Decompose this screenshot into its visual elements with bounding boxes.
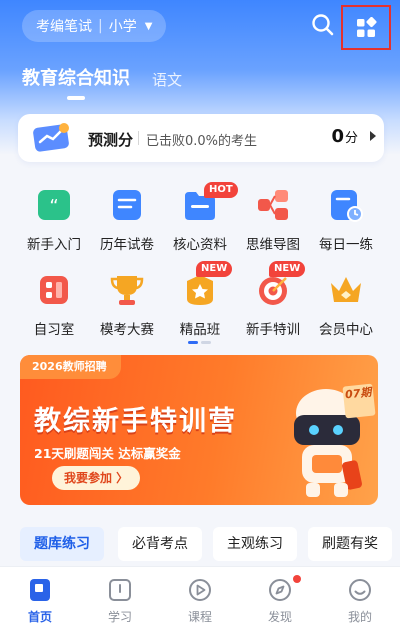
chip-subjective-practice[interactable]: 主观练习 [213, 527, 297, 561]
score-number: 0 [331, 126, 344, 147]
study-room-icon [40, 276, 68, 304]
new-badge: NEW [196, 261, 233, 277]
practice-chip-row: 题库练习 必背考点 主观练习 刷题有奖 [20, 527, 400, 563]
mindmap-icon [258, 190, 288, 220]
tab-chinese[interactable]: 语文 [152, 69, 182, 90]
score-unit: 分 [344, 131, 358, 146]
new-badge: NEW [269, 261, 306, 277]
trophy-icon [110, 276, 144, 305]
chart-trend-icon [33, 123, 69, 152]
daily-practice-icon [331, 190, 363, 222]
feature-page-indicator [188, 341, 211, 344]
feature-premium-class[interactable]: NEW 精品班 [160, 261, 240, 347]
tab-education-knowledge[interactable]: 教育综合知识 [22, 64, 130, 90]
chip-key-points[interactable]: 必背考点 [118, 527, 202, 561]
predicted-score-card[interactable]: 预测分 已击败0.0%的考生 0分 [18, 114, 384, 162]
issue-badge: 07期 [342, 383, 376, 419]
feature-mind-map[interactable]: 思维导图 [233, 186, 313, 262]
feature-label: 自习室 [33, 322, 75, 338]
nav-label: 我的 [347, 610, 372, 624]
exam-category-selector[interactable]: 考编笔试 | 小学 ▼ [22, 10, 167, 42]
divider [138, 131, 139, 145]
nav-label: 学习 [107, 610, 132, 624]
subject-tabs: 教育综合知识 语文 [22, 64, 204, 90]
feature-label: 新手入门 [27, 237, 81, 253]
feature-mock-contest[interactable]: 模考大赛 [87, 271, 167, 347]
level-label: 小学 [108, 19, 137, 35]
nav-courses[interactable]: 课程 [170, 573, 230, 629]
nav-label: 首页 [27, 610, 52, 624]
promo-banner[interactable]: 2026教师招聘 教综新手特训营 21天刷题闯关 达标赢奖金 我要参加 〉 07… [20, 355, 378, 505]
search-icon [312, 14, 334, 36]
feature-label: 精品班 [179, 322, 221, 338]
search-button[interactable] [310, 12, 336, 38]
notification-dot [293, 575, 301, 583]
feature-past-papers[interactable]: 历年试卷 [87, 186, 167, 262]
feature-label: 思维导图 [246, 237, 300, 253]
predicted-score-title: 预测分 [88, 131, 134, 149]
chip-question-bank[interactable]: 题库练习 [20, 527, 104, 561]
home-icon [30, 579, 50, 601]
svg-text:“: “ [49, 196, 58, 217]
apps-grid-icon [357, 16, 377, 37]
join-button[interactable]: 我要参加 〉 [52, 466, 141, 490]
quote-book-icon: “ [38, 190, 70, 220]
page-dot [201, 341, 211, 344]
feature-core-materials[interactable]: HOT 核心资料 [160, 182, 240, 262]
nav-label: 发现 [267, 610, 292, 624]
feature-label: 每日一练 [319, 237, 373, 253]
feature-label: 核心资料 [173, 237, 227, 253]
top-bar: 考编笔试 | 小学 ▼ [0, 0, 400, 56]
feature-label: 模考大赛 [100, 322, 154, 338]
bottom-navigation: 首页 学习 课程 发现 我的 [0, 566, 400, 629]
feature-beginner-guide[interactable]: “ 新手入门 [14, 186, 94, 262]
crown-icon [331, 277, 361, 302]
feature-study-room[interactable]: 自习室 [14, 271, 94, 347]
nav-label: 课程 [187, 610, 212, 624]
nav-home[interactable]: 首页 [10, 573, 70, 629]
selector-divider: | [98, 18, 103, 34]
feature-beginner-training[interactable]: NEW 新手特训 [233, 261, 313, 347]
caret-down-icon: ▼ [144, 20, 153, 32]
banner-subtitle: 21天刷题闯关 达标赢奖金 [34, 446, 181, 461]
paper-icon [113, 190, 141, 220]
exam-category-label: 考编笔试 [36, 19, 92, 35]
feature-member-center[interactable]: 会员中心 [306, 271, 386, 347]
active-tab-indicator [67, 96, 85, 100]
nav-study[interactable]: 学习 [90, 573, 150, 629]
score-rank-text: 已击败0.0%的考生 [146, 134, 258, 149]
score-value: 0分 [331, 126, 358, 147]
study-icon [109, 579, 131, 601]
nav-discover[interactable]: 发现 [250, 573, 310, 629]
feature-label: 新手特训 [246, 322, 300, 338]
nav-profile[interactable]: 我的 [330, 573, 390, 629]
apps-grid-button[interactable] [341, 5, 391, 50]
feature-daily-practice[interactable]: 每日一练 [306, 186, 386, 262]
banner-title: 教综新手特训营 [34, 406, 237, 437]
page-dot-active [188, 341, 198, 344]
course-play-icon [189, 579, 211, 601]
feature-label: 历年试卷 [100, 237, 154, 253]
chip-quiz-rewards[interactable]: 刷题有奖 [308, 527, 392, 561]
banner-tag: 2026教师招聘 [20, 355, 121, 379]
chevron-right-icon [370, 131, 376, 141]
feature-label: 会员中心 [319, 322, 373, 338]
profile-icon [349, 579, 371, 601]
discover-compass-icon [269, 579, 291, 601]
